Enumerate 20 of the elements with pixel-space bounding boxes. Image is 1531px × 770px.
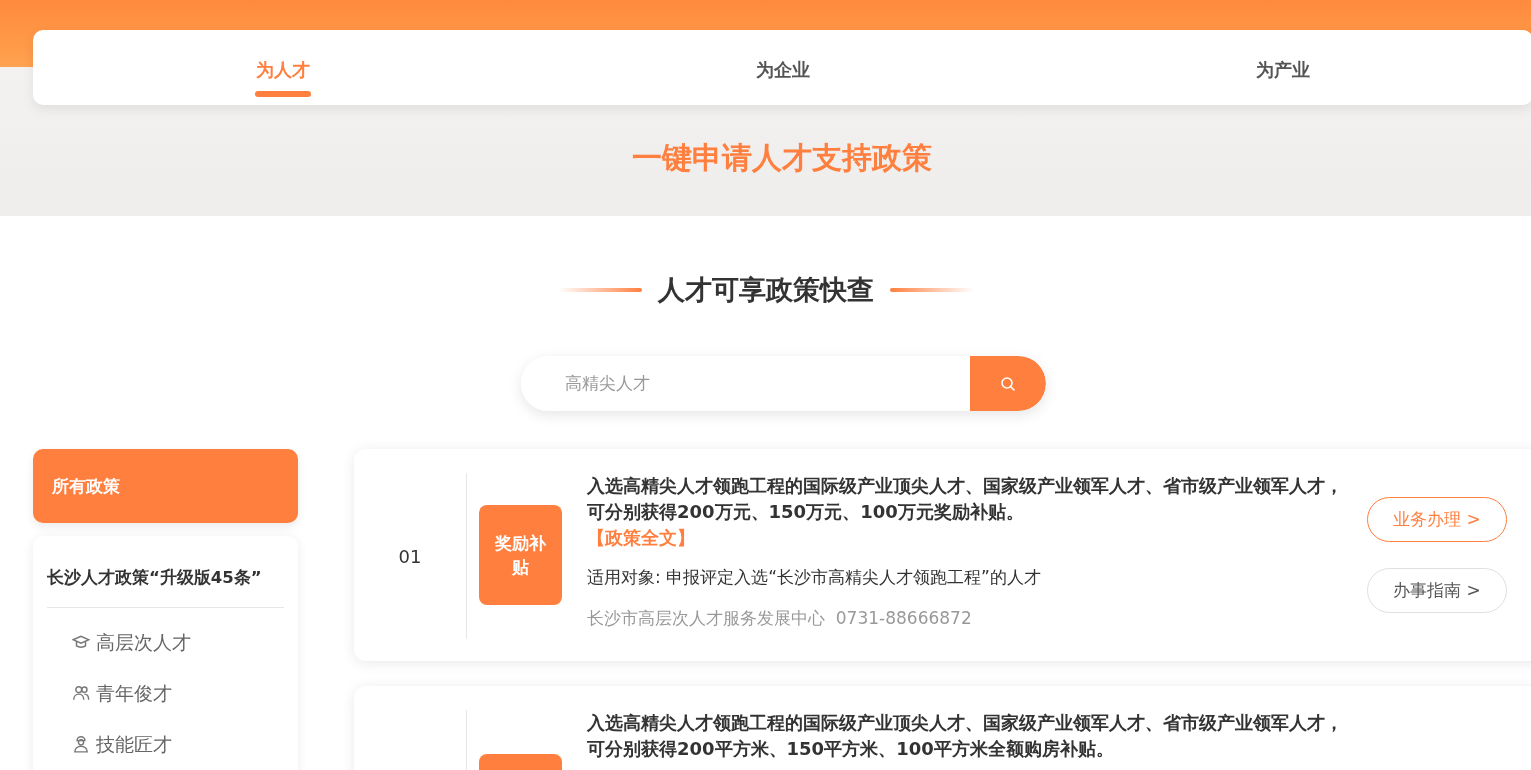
policy-title: 入选高精尖人才领跑工程的国际级产业顶尖人才、国家级产业领军人才、省市级产业领军人才，可分别获得200平方米、150平方米、100平方米全额购房补贴。 xyxy=(587,711,1344,761)
search-button[interactable] xyxy=(970,356,1046,412)
search-icon xyxy=(1000,375,1016,392)
sidebar-item[interactable]: 技能匠才 xyxy=(47,727,172,762)
policy-number: 01 xyxy=(397,544,423,569)
banner-title: 一键申请人才支持政策 xyxy=(631,139,933,177)
sidebar-group-title: 长沙人才政策“升级版45条” xyxy=(47,566,284,609)
target-text: 适用对象: 申报评定入选“长沙市高精尖人才领跑工程”的人才 xyxy=(587,565,1042,589)
policy-title: 入选高精尖人才领跑工程的国际级产业顶尖人才、国家级产业领军人才、省市级产业领军人才，可分别获得200万元、150万元、100万元奖励补贴。 xyxy=(587,474,1344,524)
sidebar-item[interactable]: 青年俊才 xyxy=(47,676,172,711)
section-title: 人才可享政策快查 xyxy=(657,274,874,307)
tab[interactable]: 为企业 xyxy=(533,30,1033,105)
contact-text: 长沙市高层次人才服务发展中心 0731-88666872 xyxy=(587,607,973,631)
guide-button[interactable]: 办事指南 > xyxy=(1367,568,1507,614)
sidebar-item[interactable]: 高层次人才 xyxy=(47,625,191,660)
worker-icon xyxy=(72,735,90,754)
category-tag: 奖励补贴 xyxy=(479,505,562,606)
search-field[interactable]: 高精尖人才 xyxy=(521,356,970,412)
people-icon xyxy=(72,684,90,703)
tab[interactable]: 为产业 xyxy=(1033,30,1531,105)
